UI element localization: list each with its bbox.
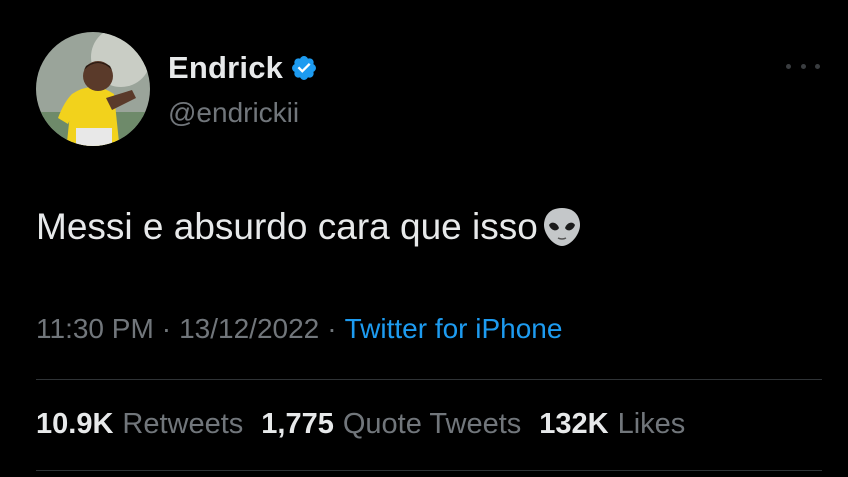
tweet-text: Messi e absurdo cara que isso xyxy=(36,205,584,249)
user-handle[interactable]: @endrickii xyxy=(168,97,299,129)
divider xyxy=(36,379,822,380)
retweets-label: Retweets xyxy=(122,408,244,440)
retweets-count: 10.9K xyxy=(36,408,114,440)
display-name[interactable]: Endrick xyxy=(168,50,283,86)
meta-separator: · xyxy=(161,313,172,344)
quote-tweets-stat[interactable]: 1,775 Quote Tweets xyxy=(261,408,521,441)
alien-emoji-icon xyxy=(543,208,580,246)
user-name-row[interactable]: Endrick xyxy=(168,50,318,86)
more-options-icon[interactable] xyxy=(786,58,820,74)
tweet-source-link[interactable]: Twitter for iPhone xyxy=(345,313,563,345)
dot xyxy=(815,63,820,69)
likes-label: Likes xyxy=(617,408,686,440)
verified-badge-icon xyxy=(292,56,317,80)
tweet-body: Messi e absurdo cara que isso xyxy=(36,206,538,247)
meta-separator: · xyxy=(327,313,337,344)
divider xyxy=(36,470,822,471)
tweet-meta: 11:30 PM · 13/12/2022 · Twitter for iPho… xyxy=(36,313,562,345)
dot xyxy=(800,63,806,69)
quote-tweets-count: 1,775 xyxy=(261,408,334,440)
retweets-stat[interactable]: 10.9K Retweets xyxy=(36,408,243,441)
likes-count: 132K xyxy=(539,408,609,440)
quote-tweets-label: Quote Tweets xyxy=(342,408,522,440)
avatar-photo xyxy=(36,32,150,146)
tweet-time[interactable]: 11:30 PM xyxy=(36,313,154,345)
tweet-stats: 10.9K Retweets 1,775 Quote Tweets 132K L… xyxy=(36,408,703,441)
tweet-date[interactable]: 13/12/2022 xyxy=(179,313,319,345)
likes-stat[interactable]: 132K Likes xyxy=(539,408,685,441)
avatar[interactable] xyxy=(36,32,150,146)
dot xyxy=(786,63,791,69)
